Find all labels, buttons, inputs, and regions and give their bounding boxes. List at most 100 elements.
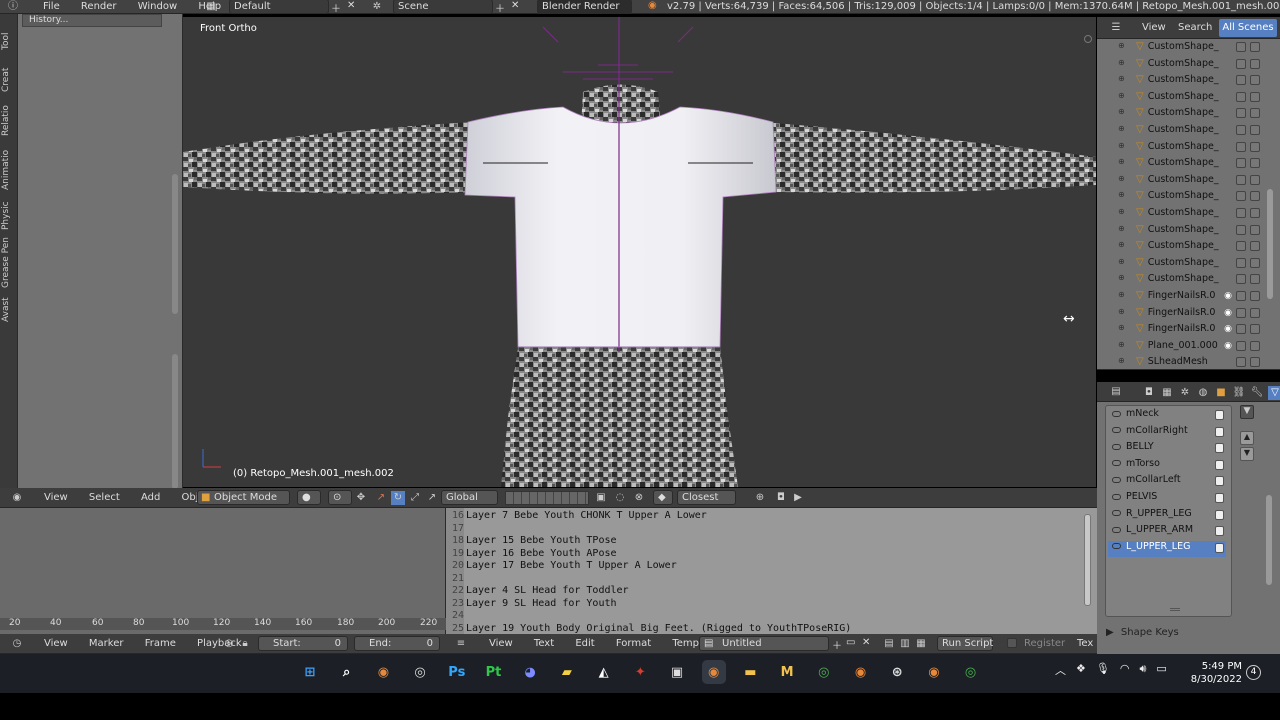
line-numbers-toggle[interactable]: ▤ <box>882 637 896 651</box>
scale-icon[interactable]: ⤢ <box>408 491 422 505</box>
cursor-select-icon[interactable] <box>1236 291 1246 301</box>
cursor-select-icon[interactable] <box>1236 257 1246 268</box>
outliner-item[interactable]: ⊕ ▽ CustomShape_ <box>1102 257 1262 274</box>
outliner-item[interactable]: ⊕ ▽ CustomShape_ <box>1102 41 1262 58</box>
lock-icon[interactable] <box>1215 509 1224 520</box>
bone-group-item[interactable]: mTorso <box>1108 458 1226 475</box>
rotate-icon[interactable]: ↻ <box>391 491 405 505</box>
chrome2-icon[interactable]: ◎ <box>959 660 983 684</box>
viewport-canvas[interactable]: ↔ <box>183 17 1096 487</box>
text-menu-format[interactable]: Format <box>616 638 651 649</box>
outliner-item[interactable]: ⊕ ▽ CustomShape_ <box>1102 58 1262 75</box>
orientation-select[interactable]: Global <box>441 490 498 505</box>
outliner-item[interactable]: ⊕ ▽ CustomShape_ <box>1102 207 1262 224</box>
render-icon[interactable] <box>1250 241 1260 252</box>
text-line[interactable]: Layer 19 Youth Body Original Big Feet. (… <box>466 623 851 634</box>
steam-like-icon[interactable]: ⊛ <box>885 660 909 684</box>
outliner-item[interactable]: ⊕ ▽ CustomShape_ <box>1102 124 1262 141</box>
render-icon[interactable] <box>1250 291 1260 301</box>
render-icon[interactable] <box>1250 208 1260 218</box>
render-icon[interactable] <box>1250 257 1260 268</box>
opengl-render-icon[interactable]: ◘ <box>774 491 788 505</box>
outliner-item[interactable]: ⊕ ▽ SLheadMesh <box>1102 356 1262 373</box>
viewport-menu-add[interactable]: Add <box>141 492 160 503</box>
expand-icon[interactable]: ⊕ <box>1118 190 1125 199</box>
cursor-select-icon[interactable] <box>1236 141 1246 152</box>
outliner-item[interactable]: ⊕ ▽ CustomShape_ <box>1102 240 1262 257</box>
expand-icon[interactable]: ⊕ <box>1118 41 1125 50</box>
timeline-editor-icon[interactable]: ◷ <box>10 637 24 651</box>
text-close-button[interactable]: ✕ <box>862 637 870 648</box>
bone-list-resize-handle[interactable] <box>1170 608 1180 611</box>
snap-align-icon[interactable]: ⊕ <box>753 491 767 505</box>
tool-shelf-scrollbar-2[interactable] <box>172 354 178 489</box>
outliner-item[interactable]: ⊕ ▽ CustomShape_ <box>1102 74 1262 91</box>
outliner-item[interactable]: ⊕ ▽ CustomShape_ <box>1102 107 1262 124</box>
outliner-tab-all-scenes[interactable]: All Scenes <box>1219 19 1277 37</box>
scene-tab-icon[interactable]: ✲ <box>1178 386 1192 400</box>
filter-icon[interactable]: ▼ <box>1240 405 1254 419</box>
blender-icon[interactable]: ◉ <box>371 660 395 684</box>
render-icon[interactable] <box>1250 75 1260 86</box>
expand-icon[interactable]: ⊕ <box>1118 107 1125 116</box>
expand-icon[interactable]: ⊕ <box>1118 257 1125 266</box>
timeline-area[interactable]: 20 40 60 80 100 120 140 160 180 200 220 <box>0 508 446 634</box>
render-icon[interactable] <box>1250 324 1260 335</box>
timeline-menu-frame[interactable]: Frame <box>145 638 176 649</box>
eye-icon[interactable]: ◉ <box>1224 308 1232 318</box>
windows-logo-icon[interactable]: ⊞ <box>298 660 322 684</box>
tab-animation[interactable]: Animatio <box>1 150 11 190</box>
bone-group-item[interactable]: PELVIS <box>1108 491 1226 508</box>
timeline-menu-marker[interactable]: Marker <box>89 638 124 649</box>
lock-icon[interactable] <box>1215 542 1224 553</box>
text-line[interactable]: Layer 9 SL Head for Youth <box>466 598 617 609</box>
outliner-item[interactable]: ⊕ ▽ CustomShape_ <box>1102 174 1262 191</box>
outliner-tab-view[interactable]: View <box>1142 22 1166 33</box>
cursor-select-icon[interactable] <box>1236 125 1246 135</box>
properties-editor-icon[interactable]: ▤ <box>1109 385 1123 399</box>
expand-icon[interactable]: ⊕ <box>1118 323 1125 332</box>
discord-icon[interactable]: ◕ <box>518 660 542 684</box>
clock[interactable]: 5:49 PM 8/30/2022 <box>1190 660 1242 686</box>
render-icon[interactable] <box>1250 307 1260 318</box>
expand-icon[interactable]: ⊕ <box>1118 141 1125 150</box>
snap-target-select[interactable]: Closest <box>677 490 736 505</box>
history-panel-header[interactable]: History... <box>22 14 162 27</box>
tool-shelf-scrollbar[interactable] <box>172 174 178 314</box>
world-tab-icon[interactable]: ◍ <box>1196 386 1210 400</box>
lock-icon[interactable]: 🔒︎ <box>238 637 252 651</box>
move-down-button[interactable]: ▼ <box>1240 447 1254 461</box>
outliner-item[interactable]: ⊕ ▽ FingerNailsR.0 ◉ <box>1102 323 1262 340</box>
scene-select[interactable]: Scene <box>393 0 493 14</box>
manipulator-toggle-icon[interactable]: ✥ <box>354 491 368 505</box>
text-editor-area[interactable] <box>446 508 1097 634</box>
text-menu-view[interactable]: View <box>489 638 513 649</box>
modifiers-tab-icon[interactable]: 🔧︎ <box>1250 386 1264 400</box>
expand-icon[interactable]: ⊕ <box>1118 174 1125 183</box>
outliner-scrollbar[interactable] <box>1267 189 1273 299</box>
lock-icon[interactable] <box>1215 426 1224 437</box>
menu-render[interactable]: Render <box>81 1 117 12</box>
outliner-item[interactable]: ⊕ ▽ FingerNailsR.0 ◉ <box>1102 290 1262 307</box>
dropbox-icon[interactable]: ❖ <box>1076 662 1086 678</box>
cursor-select-icon[interactable] <box>1236 241 1246 252</box>
sticky-notes-icon[interactable]: ▰ <box>555 660 579 684</box>
lock-icon[interactable] <box>1215 493 1224 503</box>
render-icon[interactable] <box>1250 340 1260 351</box>
outliner-item[interactable]: ⊕ ▽ CustomShape_ <box>1102 190 1262 207</box>
cursor-select-icon[interactable] <box>1236 108 1246 119</box>
volume-icon[interactable]: 🔊︎ <box>1139 662 1146 678</box>
lock-icon[interactable] <box>1215 526 1224 537</box>
outliner-item[interactable]: ⊕ ▽ FingerNailsR.0 ◉ <box>1102 307 1262 324</box>
scene-icon[interactable]: ✲ <box>370 0 384 14</box>
tab-create[interactable]: Creat <box>1 68 11 92</box>
menu-window[interactable]: Window <box>138 1 177 12</box>
cursor-select-icon[interactable] <box>1236 357 1246 368</box>
viewport-corner-icon[interactable] <box>1084 35 1092 43</box>
expand-icon[interactable]: ⊕ <box>1118 91 1125 100</box>
expand-icon[interactable]: ⊕ <box>1118 58 1125 67</box>
magnet-icon[interactable]: ⊗ <box>632 491 646 505</box>
tab-grease-pencil[interactable]: Grease Pen <box>1 237 11 288</box>
game-icon[interactable]: ✦ <box>628 660 652 684</box>
eye-icon[interactable]: ◉ <box>1224 291 1232 301</box>
